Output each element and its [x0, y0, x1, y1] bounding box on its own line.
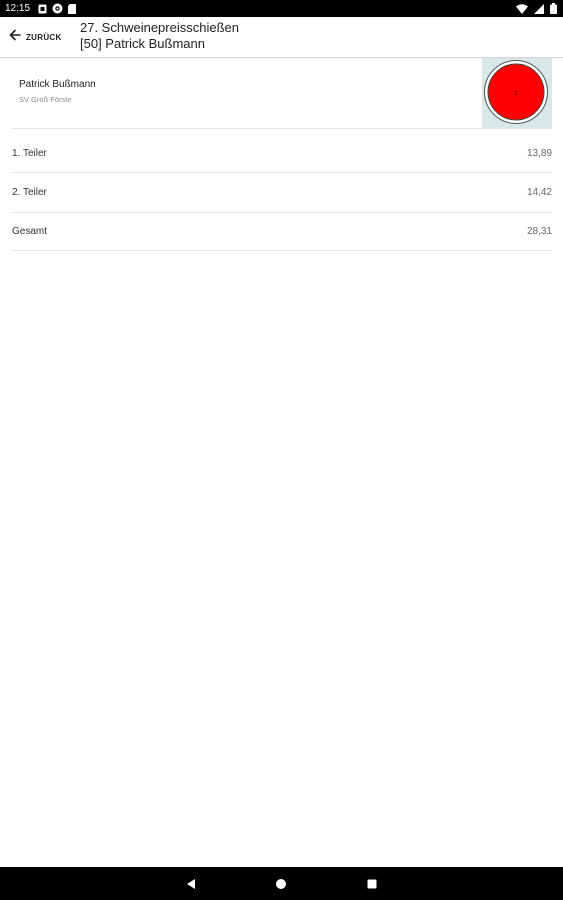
target-thumbnail[interactable]: 2: [482, 58, 552, 128]
back-triangle-icon: [187, 879, 195, 889]
home-circle-icon: [276, 879, 286, 889]
divider: [11, 250, 552, 251]
notification-icon: [38, 4, 47, 14]
back-label: ZURÜCK: [26, 32, 62, 42]
cast-icon: [52, 3, 63, 14]
status-left-icons: [38, 3, 76, 14]
target-marker: 2: [515, 91, 518, 97]
app-bar: ZURÜCK 27. Schweinepreisschießen [50] Pa…: [0, 17, 563, 58]
divider: [11, 128, 552, 129]
shooter-card: Patrick Bußmann SV Groß Förste 2: [0, 58, 563, 128]
signal-icon: [534, 3, 544, 14]
result-value: 13,89: [526, 148, 552, 159]
status-bar: 12:15: [0, 0, 563, 17]
result-label: 2. Teiler: [12, 187, 47, 198]
back-button[interactable]: ZURÜCK: [8, 27, 62, 47]
battery-icon: [550, 3, 557, 14]
result-value: 14,42: [526, 187, 552, 198]
nav-home-button[interactable]: [273, 876, 289, 892]
nav-recents-button[interactable]: [364, 876, 380, 892]
shooter-club: SV Groß Förste: [19, 95, 72, 104]
navigation-bar: [0, 867, 563, 900]
result-value: 28,31: [526, 226, 552, 237]
page-title-line-1: 27. Schweinepreisschießen: [80, 20, 239, 35]
status-time: 12:15: [5, 3, 31, 14]
wifi-icon: [516, 3, 528, 14]
shooter-name: Patrick Bußmann: [19, 79, 96, 90]
page-title-line-2: [50] Patrick Bußmann: [80, 36, 205, 51]
sd-card-icon: [68, 3, 76, 14]
page-title: 27. Schweinepreisschießen [50] Patrick B…: [80, 20, 239, 52]
screen: 12:15 ZURÜCK 27. Schweinepreisschießen […: [0, 0, 563, 900]
result-label: 1. Teiler: [12, 148, 47, 159]
result-row-gesamt: Gesamt 28,31: [11, 212, 552, 250]
status-right-icons: [516, 3, 557, 14]
result-row-teiler-2: 2. Teiler 14,42: [11, 173, 552, 211]
target-icon: 2: [484, 60, 548, 124]
result-label: Gesamt: [12, 226, 48, 237]
arrow-left-icon: [8, 28, 22, 47]
nav-back-button[interactable]: [183, 876, 199, 892]
recents-square-icon: [367, 879, 377, 889]
result-row-teiler-1: 1. Teiler 13,89: [11, 134, 552, 172]
